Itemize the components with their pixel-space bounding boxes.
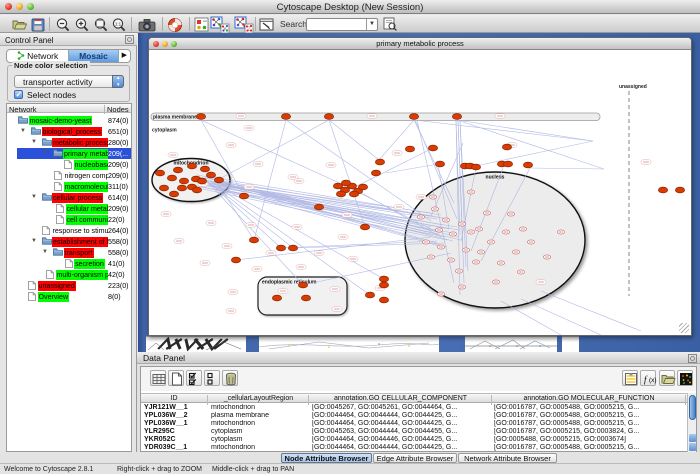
svg-text:1:1: 1:1: [115, 21, 122, 26]
svg-text:nucleus: nucleus: [486, 175, 505, 181]
svg-text:(x): (x): [649, 377, 657, 384]
svg-text:cytoplasm: cytoplasm: [152, 128, 177, 134]
svg-text:unassigned: unassigned: [619, 84, 647, 90]
svg-text:plasma membrane: plasma membrane: [153, 115, 197, 121]
svg-text:endoplasmic reticulum: endoplasmic reticulum: [262, 280, 317, 286]
svg-text:f: f: [644, 374, 648, 384]
